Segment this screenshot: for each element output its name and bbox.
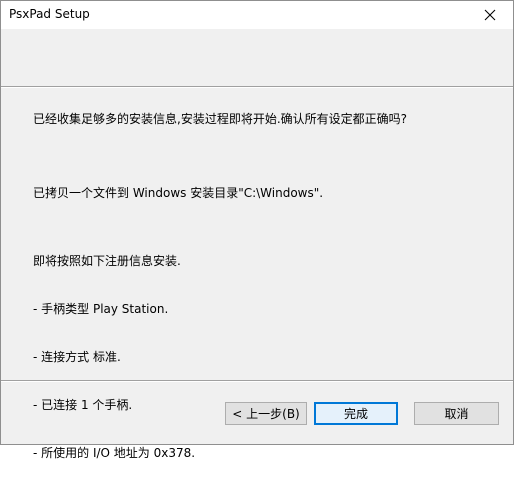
title-bar: PsxPad Setup	[1, 1, 513, 29]
close-icon	[484, 9, 496, 21]
detail-line: - 已连接 1 个手柄.	[33, 398, 133, 412]
confirm-message: 已经收集足够多的安装信息,安装过程即将开始.确认所有设定都正确吗?	[33, 112, 408, 126]
back-button[interactable]: < 上一步(B)	[225, 402, 307, 425]
finish-button[interactable]: 完成	[314, 402, 398, 425]
detail-line: - 所使用的 I/O 地址为 0x378.	[33, 446, 196, 460]
header-separator	[1, 86, 513, 88]
window-title: PsxPad Setup	[9, 7, 90, 21]
copy-info: 已拷贝一个文件到 Windows 安装目录"C:\Windows".	[33, 186, 324, 200]
close-button[interactable]	[467, 1, 513, 29]
setup-window: PsxPad Setup 已经收集足够多的安装信息,安装过程即将开始.确认所有设…	[0, 0, 514, 460]
detail-line: - 手柄类型 Play Station.	[33, 302, 169, 316]
install-intro: 即将按照如下注册信息安装.	[33, 254, 181, 268]
install-details: 即将按照如下注册信息安装. - 手柄类型 Play Station. - 连接方…	[33, 221, 195, 493]
detail-line: - 连接方式 标准.	[33, 350, 121, 364]
footer-separator	[1, 380, 513, 382]
cancel-button[interactable]: 取消	[414, 402, 499, 425]
